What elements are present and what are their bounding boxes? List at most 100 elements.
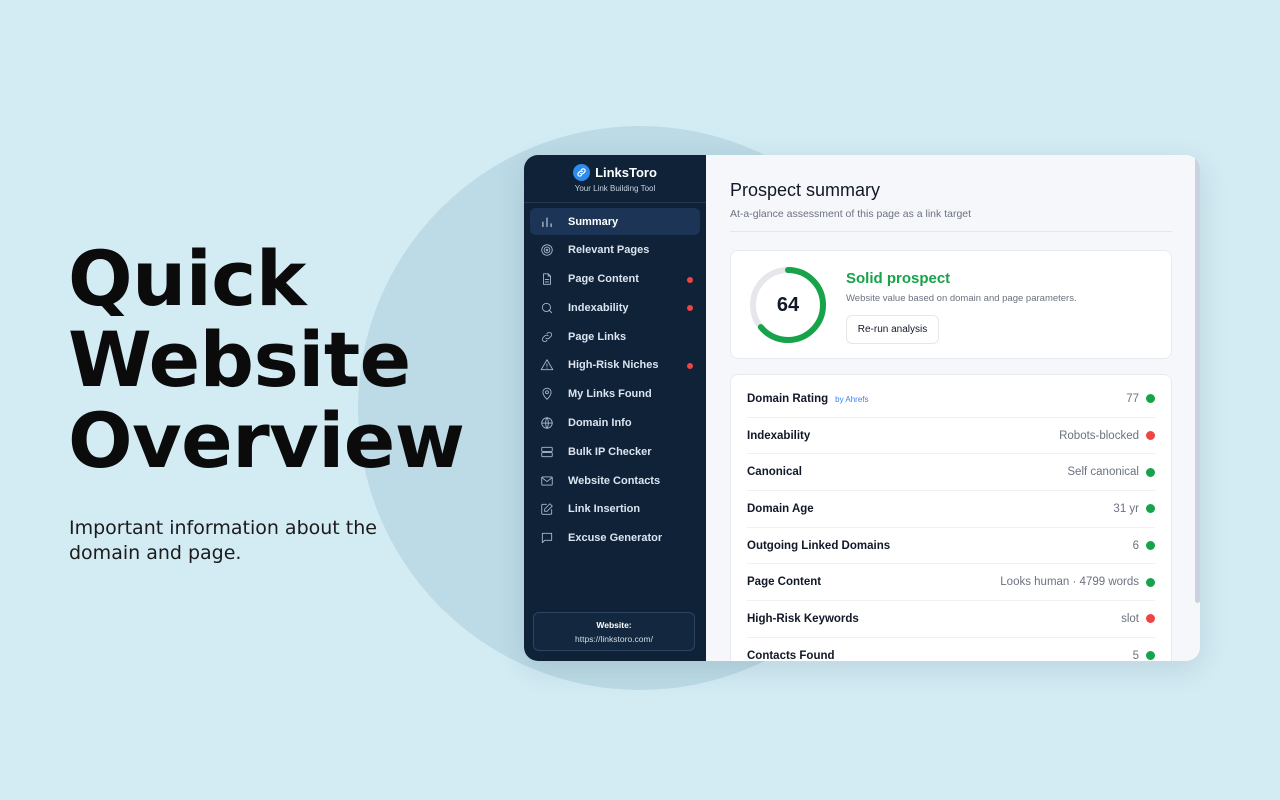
status-dot bbox=[1146, 614, 1155, 624]
sidebar-item-my-links-found[interactable]: My Links Found bbox=[530, 381, 700, 408]
score-description: Website value based on domain and page p… bbox=[846, 293, 1077, 304]
metric-row: Domain Age 31 yr bbox=[747, 491, 1155, 528]
metric-value-group: Self canonical bbox=[1067, 466, 1155, 478]
metric-row: Contacts Found 5 bbox=[747, 638, 1155, 661]
metric-label: Indexability bbox=[747, 430, 810, 442]
sidebar-item-website-contacts[interactable]: Website Contacts bbox=[530, 467, 700, 494]
main-panel: Prospect summary At-a-glance assessment … bbox=[706, 155, 1200, 661]
sidebar-nav: Summary Relevant Pages Page Content Indexab… bbox=[524, 203, 706, 552]
metric-label: Contacts Found bbox=[747, 650, 835, 661]
sidebar-item-label: My Links Found bbox=[568, 388, 652, 401]
score-gauge: 64 bbox=[748, 265, 828, 345]
metric-label: Outgoing Linked Domains bbox=[747, 540, 890, 552]
mail-icon bbox=[540, 474, 554, 488]
globe-icon bbox=[540, 416, 554, 430]
brand-name: LinksToro bbox=[595, 165, 657, 180]
metric-value-group: slot bbox=[1121, 613, 1155, 625]
status-dot bbox=[1146, 577, 1155, 587]
metric-value: 77 bbox=[1126, 392, 1139, 405]
sidebar-item-link-insertion[interactable]: Link Insertion bbox=[530, 496, 700, 523]
metric-label: Domain Age bbox=[747, 503, 814, 515]
file-icon bbox=[540, 272, 554, 286]
sidebar-item-page-content[interactable]: Page Content bbox=[530, 266, 700, 293]
page-title: Prospect summary bbox=[730, 180, 881, 200]
metric-label-text: Domain Rating bbox=[747, 392, 829, 405]
metric-label-text: Domain Age bbox=[747, 502, 814, 515]
metric-value-group: 31 yr bbox=[1113, 503, 1155, 515]
status-dot bbox=[1146, 431, 1155, 441]
hero-title-line: Website bbox=[68, 315, 411, 404]
sidebar-item-label: High-Risk Niches bbox=[568, 359, 659, 372]
metric-value-group: Looks human · 4799 words bbox=[1000, 576, 1155, 588]
metric-row: High-Risk Keywords slot bbox=[747, 601, 1155, 638]
website-url: https://linkstoro.com/ bbox=[575, 634, 653, 644]
score-value: 64 bbox=[776, 293, 800, 316]
alert-dot bbox=[687, 305, 693, 312]
sidebar-item-domain-info[interactable]: Domain Info bbox=[530, 410, 700, 437]
score-card: 64 Solid prospect Website value based on… bbox=[730, 250, 1172, 359]
sidebar-item-label: Excuse Generator bbox=[568, 532, 663, 545]
metric-value-group: 5 bbox=[1133, 650, 1155, 661]
hero-title-line: Overview bbox=[68, 396, 465, 485]
link-icon bbox=[573, 164, 591, 181]
sidebar-item-relevant-pages[interactable]: Relevant Pages bbox=[530, 237, 700, 264]
status-dot bbox=[1146, 467, 1155, 477]
metric-label: Page Content bbox=[747, 576, 821, 588]
metric-row: Domain Rating by Ahrefs 77 bbox=[747, 381, 1155, 418]
metric-value: 31 yr bbox=[1113, 502, 1139, 515]
sidebar-item-excuse-generator[interactable]: Excuse Generator bbox=[530, 525, 700, 552]
bar-chart-icon bbox=[540, 215, 554, 229]
alert-dot bbox=[687, 276, 693, 283]
map-pin-icon bbox=[540, 387, 554, 401]
metric-row: Indexability Robots-blocked bbox=[747, 418, 1155, 455]
sidebar-item-label: Domain Info bbox=[568, 417, 632, 430]
sidebar-item-label: Page Links bbox=[568, 330, 627, 343]
brand-header: LinksToro Your Link Building Tool bbox=[524, 155, 706, 203]
link-icon bbox=[540, 330, 554, 344]
metric-source-link[interactable]: by Ahrefs bbox=[835, 395, 868, 404]
status-dot bbox=[1146, 651, 1155, 661]
scrollbar[interactable] bbox=[1195, 155, 1200, 603]
sidebar-item-label: Website Contacts bbox=[568, 474, 661, 487]
brand-tagline: Your Link Building Tool bbox=[574, 184, 656, 193]
metric-label-text: Page Content bbox=[747, 576, 822, 589]
message-icon bbox=[540, 531, 554, 545]
metrics-list: Domain Rating by Ahrefs 77 Indexability Robo… bbox=[730, 374, 1172, 661]
website-label: Website: bbox=[596, 620, 632, 630]
sidebar-item-label: Summary bbox=[568, 215, 619, 228]
sidebar-item-page-links[interactable]: Page Links bbox=[530, 323, 700, 350]
brand-row: LinksToro bbox=[524, 164, 706, 181]
metric-row: Canonical Self canonical bbox=[747, 454, 1155, 492]
status-dot bbox=[1146, 394, 1155, 404]
divider bbox=[730, 231, 1172, 232]
metric-value: Robots-blocked bbox=[1059, 429, 1139, 442]
status-dot bbox=[1146, 504, 1155, 514]
page-subtitle: At-a-glance assessment of this page as a… bbox=[730, 208, 972, 220]
metric-value: 5 bbox=[1132, 649, 1139, 661]
hero-subtitle: Important information about the domain a… bbox=[69, 517, 377, 564]
server-icon bbox=[540, 445, 554, 459]
sidebar-item-label: Relevant Pages bbox=[568, 244, 650, 257]
sidebar-item-label: Link Insertion bbox=[568, 503, 641, 516]
alert-dot bbox=[687, 362, 693, 369]
sidebar-item-summary[interactable]: Summary bbox=[530, 208, 700, 235]
metric-value-group: 6 bbox=[1133, 540, 1155, 552]
metric-label-text: Outgoing Linked Domains bbox=[747, 539, 891, 552]
app-window: LinksToro Your Link Building Tool Summar… bbox=[524, 155, 1200, 661]
sidebar-item-indexability[interactable]: Indexability bbox=[530, 294, 700, 321]
website-box: Website: https://linkstoro.com/ bbox=[533, 612, 695, 651]
score-verdict: Solid prospect bbox=[846, 270, 951, 287]
metric-label-text: High-Risk Keywords bbox=[747, 612, 859, 625]
sidebar-item-high-risk-niches[interactable]: High-Risk Niches bbox=[530, 352, 700, 379]
edit-icon bbox=[540, 502, 554, 516]
metric-value: slot bbox=[1121, 612, 1139, 625]
sidebar-item-bulk-ip-checker[interactable]: Bulk IP Checker bbox=[530, 438, 700, 465]
rerun-analysis-button[interactable]: Re-run analysis bbox=[846, 315, 939, 344]
metric-label: High-Risk Keywords bbox=[747, 613, 859, 625]
sidebar: LinksToro Your Link Building Tool Summar… bbox=[524, 155, 706, 661]
metric-row: Page Content Looks human · 4799 words bbox=[747, 564, 1155, 602]
metric-row: Outgoing Linked Domains 6 bbox=[747, 528, 1155, 565]
sidebar-item-label: Page Content bbox=[568, 273, 639, 286]
metric-value: 6 bbox=[1132, 539, 1139, 552]
status-dot bbox=[1146, 541, 1155, 551]
